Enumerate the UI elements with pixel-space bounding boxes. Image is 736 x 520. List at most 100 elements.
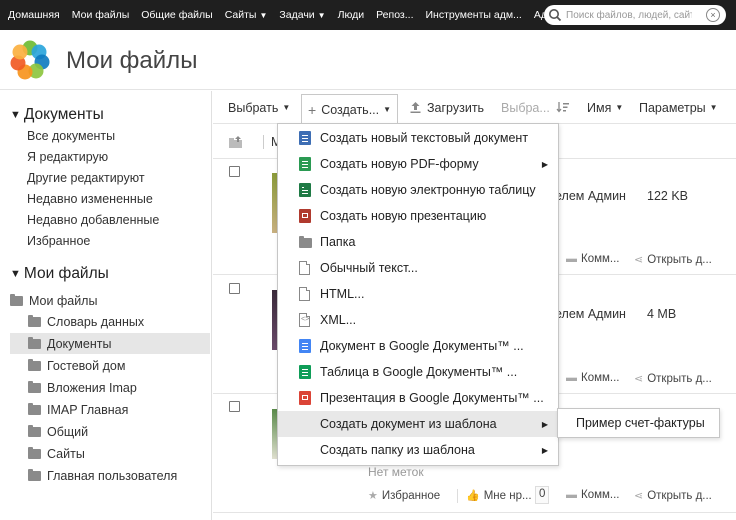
doc-green-icon: [299, 157, 311, 171]
sidebar-link-all-documents[interactable]: Все документы: [27, 129, 115, 143]
row-separator: [213, 512, 736, 513]
select-menu-button[interactable]: Выбрать ▼: [228, 91, 290, 124]
selected-items-label: Выбра...: [501, 100, 550, 115]
xml-file-icon: <>: [299, 313, 311, 327]
caret-down-icon: ▼: [282, 103, 291, 112]
row-1-share-link[interactable]: ⋖ Открыть д...: [634, 253, 712, 267]
menu-item-folder-from-template[interactable]: Создать папку из шаблона ▶: [278, 437, 558, 463]
menu-item-xml[interactable]: <> XML...: [278, 307, 558, 333]
tree-item-sites[interactable]: Сайты: [10, 443, 210, 464]
global-search: ×: [544, 5, 726, 25]
menu-item-new-text-document[interactable]: Создать новый текстовый документ: [278, 125, 558, 151]
row-3-comment-link[interactable]: ▬ Комм...: [566, 489, 620, 501]
submenu-arrow-icon: ▶: [541, 419, 548, 429]
tree-item-imap-attachments[interactable]: Вложения Imap: [10, 377, 210, 398]
sidebar-link-recently-added[interactable]: Недавно добавленные: [27, 213, 159, 227]
nav-shared-files-label: Общие файлы: [141, 9, 213, 21]
menu-item-folder[interactable]: Папка: [278, 229, 558, 255]
row-3-share-link[interactable]: ⋖ Открыть д...: [634, 489, 712, 503]
menu-item-label: Документ в Google Документы™ ...: [320, 339, 524, 353]
tree-item-label: Главная пользователя: [47, 468, 178, 483]
row-1-comment-label: Комм...: [581, 253, 620, 265]
sort-direction-button[interactable]: [556, 91, 570, 124]
sort-field-button[interactable]: Имя ▼: [587, 91, 623, 124]
tree-root-my-files[interactable]: Мои файлы: [10, 290, 210, 311]
nav-sites[interactable]: Сайты ▼: [219, 0, 274, 30]
nav-tasks[interactable]: Задачи ▼: [273, 0, 331, 30]
search-input[interactable]: [566, 9, 692, 21]
tree-item-imap-home[interactable]: IMAP Главная: [10, 399, 210, 420]
sort-field-label: Имя: [587, 100, 612, 115]
clear-search-icon[interactable]: ×: [706, 8, 720, 22]
menu-item-new-presentation[interactable]: Создать новую презентацию: [278, 203, 558, 229]
menu-item-google-sheet[interactable]: Таблица в Google Документы™ ...: [278, 359, 558, 385]
menu-item-label: HTML...: [320, 287, 365, 301]
menu-item-label: Презентация в Google Документы™ ...: [320, 391, 544, 405]
nav-repository[interactable]: Репоз...: [370, 0, 419, 30]
tree-item-label: Гостевой дом: [47, 358, 126, 373]
row-2-size: 4 MB: [647, 307, 677, 321]
tree-item-shared[interactable]: Общий: [10, 421, 210, 442]
nav-people-label: Люди: [337, 9, 365, 21]
nav-home[interactable]: Домашняя: [0, 0, 66, 30]
menu-item-label: Создать папку из шаблона: [320, 443, 475, 457]
tree-item-documents[interactable]: Документы: [10, 333, 210, 354]
folder-icon: [28, 424, 41, 437]
row-1-checkbox[interactable]: [229, 166, 240, 177]
nav-people[interactable]: Люди: [332, 0, 371, 30]
menu-item-label: Обычный текст...: [320, 261, 418, 275]
row-1-comment-link[interactable]: ▬ Комм...: [566, 253, 620, 265]
sidebar-link-favorites[interactable]: Избранное: [27, 234, 90, 248]
my-files-section-header[interactable]: ▼ Мои файлы: [10, 265, 109, 283]
nav-admin-tools-label: Инструменты адм...: [425, 9, 522, 21]
menu-item-label: Папка: [320, 235, 356, 249]
row-2-checkbox[interactable]: [229, 283, 240, 294]
menu-item-html[interactable]: HTML...: [278, 281, 558, 307]
star-icon: ★: [368, 490, 378, 502]
nav-my-files[interactable]: Мои файлы: [66, 0, 136, 30]
upload-button[interactable]: Загрузить: [409, 91, 484, 124]
row-2-comment-link[interactable]: ▬ Комм...: [566, 372, 620, 384]
menu-item-label: XML...: [320, 313, 357, 327]
documents-section-title: Документы: [23, 106, 104, 123]
doc-blue-icon: [299, 131, 311, 145]
row-3-comment-label: Комм...: [581, 489, 620, 501]
menu-item-plain-text[interactable]: Обычный текст...: [278, 255, 558, 281]
row-3-like-link[interactable]: 👍 Мне нр...: [466, 489, 532, 503]
tree-item-data-dictionary[interactable]: Словарь данных: [10, 311, 210, 332]
options-menu-button[interactable]: Параметры ▼: [639, 91, 718, 124]
sidebar: ▼ Документы Все документы Я редактирую Др…: [0, 91, 212, 520]
nav-admin-tools[interactable]: Инструменты адм...: [419, 0, 527, 30]
sidebar-link-others-editing[interactable]: Другие редактируют: [27, 171, 145, 185]
menu-item-google-slides[interactable]: Презентация в Google Документы™ ...: [278, 385, 558, 411]
row-2-modifier[interactable]: елем Админ: [555, 307, 626, 321]
selected-items-button[interactable]: Выбра...: [501, 91, 550, 124]
sidebar-link-recently-modified[interactable]: Недавно измененные: [27, 192, 153, 206]
submenu-arrow-icon: ▶: [541, 445, 548, 455]
row-3-favorite-label: Избранное: [381, 489, 441, 502]
menu-item-label: Создать новую презентацию: [320, 209, 487, 223]
tree-root-label: Мои файлы: [29, 293, 98, 308]
row-3-favorite-link[interactable]: ★ Избранное: [368, 489, 441, 503]
parent-folder-icon[interactable]: [229, 136, 243, 148]
folder-icon: [28, 446, 41, 459]
menu-item-new-pdf-form[interactable]: Создать новую PDF-форму ▶: [278, 151, 558, 177]
nav-shared-files[interactable]: Общие файлы: [135, 0, 218, 30]
search-icon[interactable]: [544, 5, 566, 25]
menu-item-new-spreadsheet[interactable]: Создать новую электронную таблицу: [278, 177, 558, 203]
tree-item-label: Вложения Imap: [47, 380, 137, 395]
tree-item-label: Документы: [47, 336, 112, 351]
html-file-icon: [299, 287, 311, 301]
tree-item-guest-home[interactable]: Гостевой дом: [10, 355, 210, 376]
template-submenu-item-invoice-example[interactable]: Пример счет-фактуры: [557, 408, 720, 438]
create-menu-button[interactable]: + Создать... ▼: [301, 94, 399, 124]
sidebar-link-i-am-editing[interactable]: Я редактирую: [27, 150, 108, 164]
menu-item-google-doc[interactable]: Документ в Google Документы™ ...: [278, 333, 558, 359]
row-3-checkbox[interactable]: [229, 401, 240, 412]
tree-item-user-homes[interactable]: Главная пользователя: [10, 465, 210, 486]
row-1-modifier[interactable]: елем Админ: [555, 189, 626, 203]
documents-section-header[interactable]: ▼ Документы: [10, 106, 104, 124]
nav-sites-label: Сайты: [224, 9, 257, 21]
menu-item-document-from-template[interactable]: Создать документ из шаблона ▶: [278, 411, 558, 437]
row-2-share-link[interactable]: ⋖ Открыть д...: [634, 372, 712, 386]
